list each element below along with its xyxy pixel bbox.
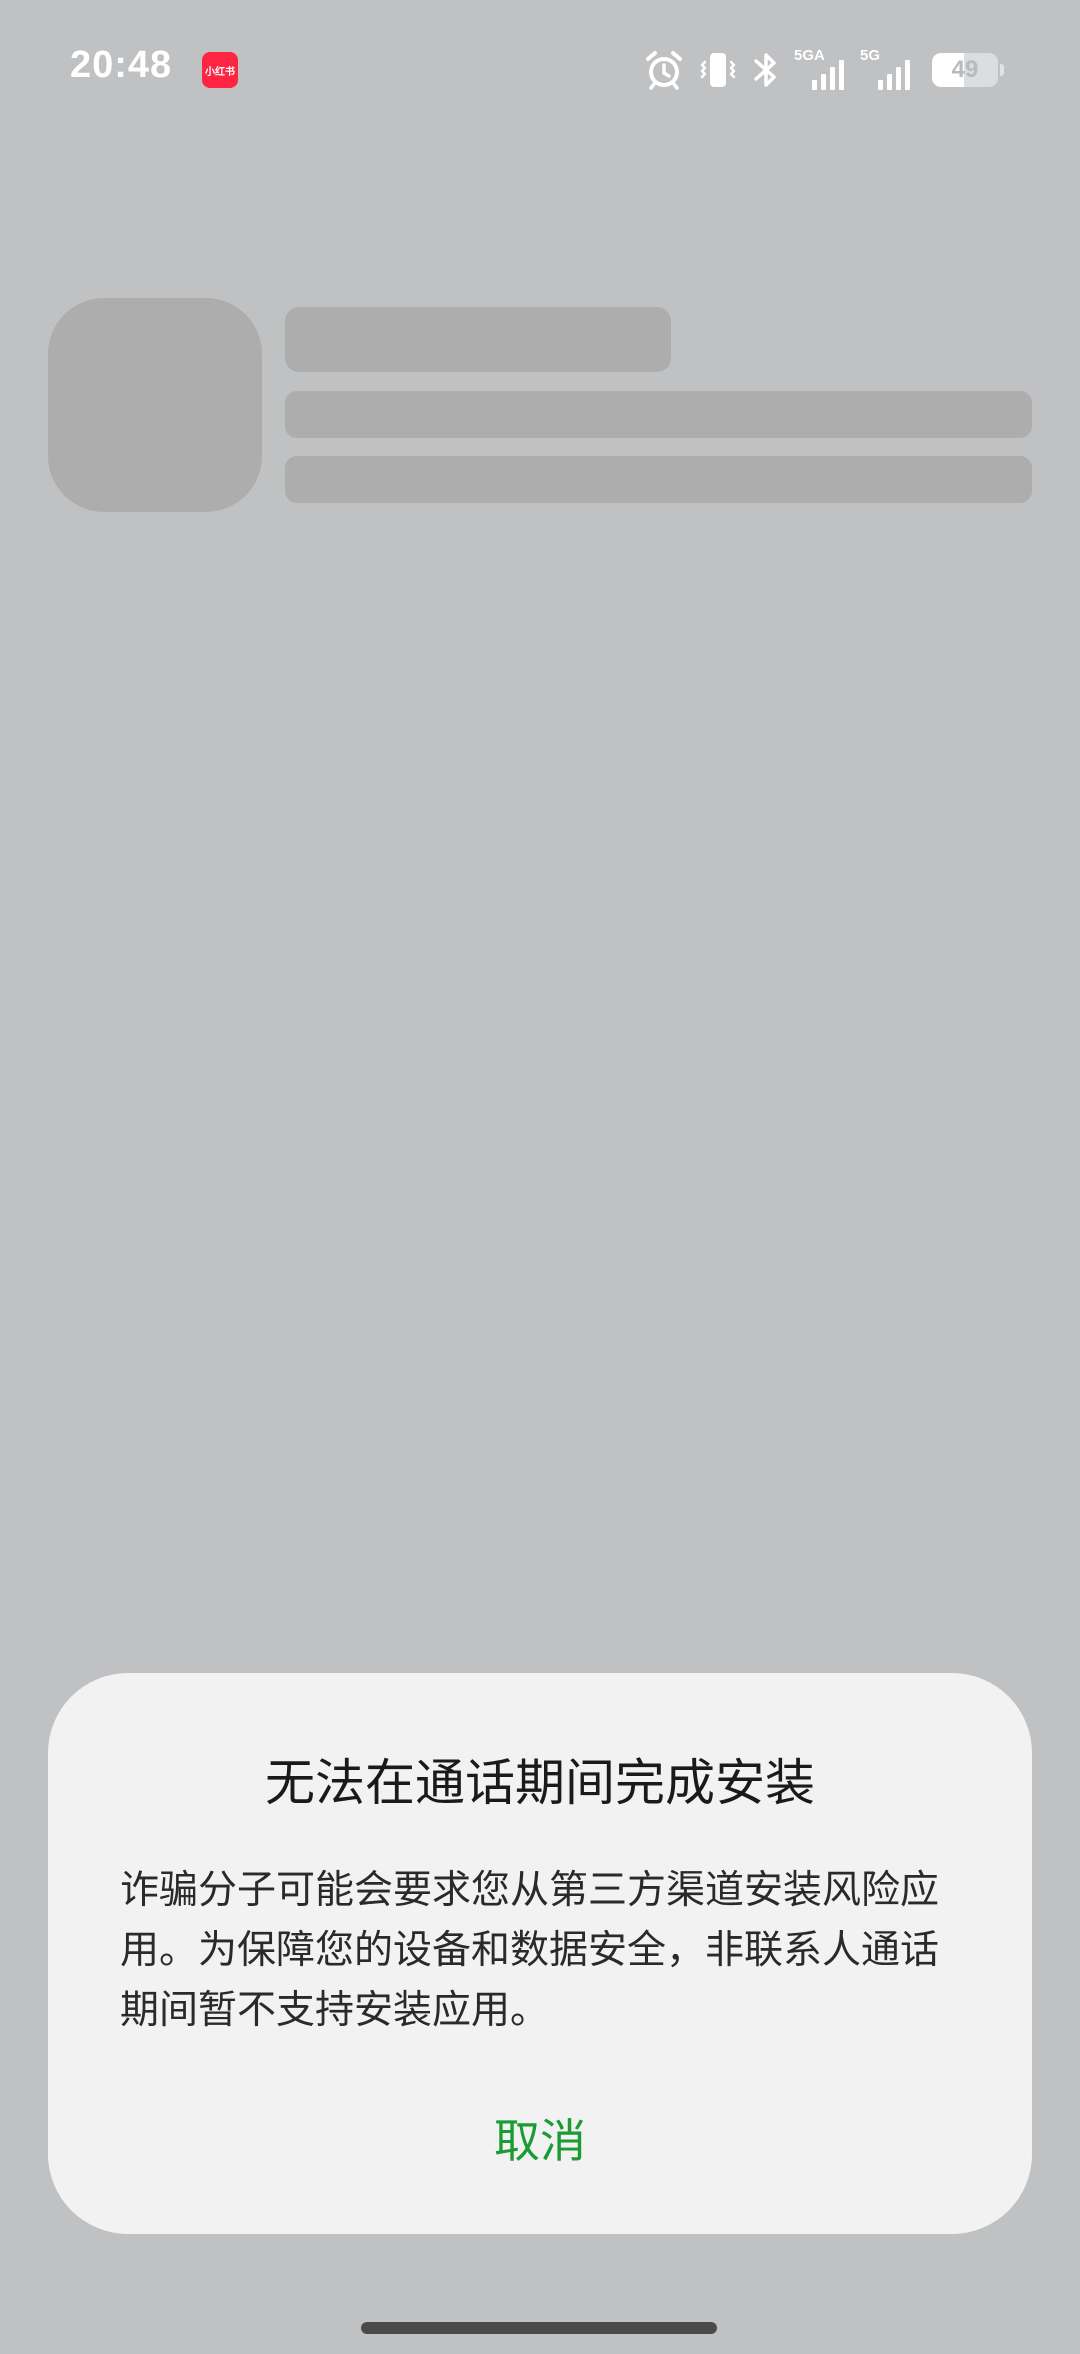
status-time: 20:48 [70,44,173,86]
vibrate-icon [698,50,738,90]
home-indicator[interactable] [361,2322,717,2334]
battery-level: 49 [951,56,979,83]
skeleton-text-line [285,456,1032,503]
dialog-message: 诈骗分子可能会要求您从第三方渠道安装风险应用。为保障您的设备和数据安全，非联系人… [120,1868,940,2033]
battery-icon: 49 [932,53,998,87]
bluetooth-icon [752,50,780,90]
skeleton-app-icon [48,298,262,512]
signal-icon: 5G [860,48,912,92]
skeleton-text-line [285,391,1032,438]
status-icons: 5GA 5G 49 [644,46,1004,94]
signal-icon: 5GA [794,48,846,92]
cancel-button[interactable]: 取消 [454,2093,626,2183]
dialog-title: 无法在通话期间完成安装 [265,1754,815,1812]
xiaohongshu-notification-icon: 小红书 [202,52,238,88]
status-bar: 20:48 小红书 5GA 5G 49 [0,0,1080,140]
battery-nub [1000,64,1004,76]
alarm-icon [644,50,684,90]
signal-label: 5G [860,47,881,64]
install-blocked-dialog: 无法在通话期间完成安装 诈骗分子可能会要求您从第三方渠道安装风险应用。为保障您的… [48,1673,1032,2234]
skeleton-title-line [285,307,671,372]
